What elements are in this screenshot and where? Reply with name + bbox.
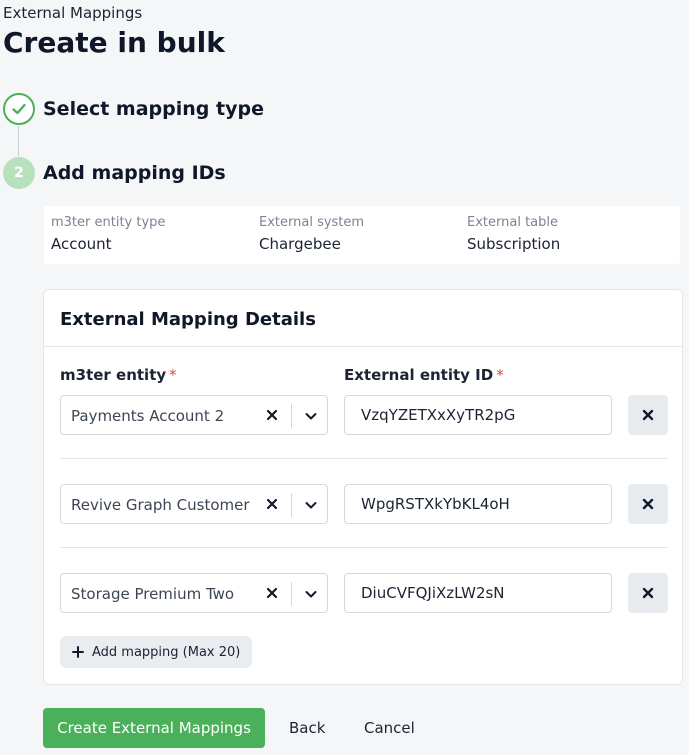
- step-2-indicator: 2: [3, 157, 35, 189]
- close-icon: [642, 409, 654, 421]
- step-connector: [18, 126, 19, 156]
- divider: [44, 346, 682, 347]
- divider: [291, 582, 292, 606]
- entity-select[interactable]: Storage Premium Two: [60, 573, 328, 613]
- divider: [291, 404, 292, 428]
- entity-select-value: Storage Premium Two: [71, 585, 235, 603]
- chevron-down-icon[interactable]: [299, 582, 323, 606]
- external-id-input[interactable]: [344, 395, 612, 435]
- step-2-label: Add mapping IDs: [43, 162, 226, 184]
- entity-select[interactable]: Revive Graph Customer: [60, 484, 328, 524]
- remove-row-button[interactable]: [628, 484, 668, 524]
- summary-external-table-value: Subscription: [467, 235, 561, 253]
- summary-entity-type-value: Account: [51, 235, 112, 253]
- remove-row-button[interactable]: [628, 573, 668, 613]
- card-title: External Mapping Details: [60, 309, 316, 330]
- external-id-input[interactable]: [344, 573, 612, 613]
- plus-icon: [72, 646, 84, 658]
- divider: [291, 493, 292, 517]
- summary-external-system-label: External system: [259, 215, 365, 230]
- external-id-input[interactable]: [344, 484, 612, 524]
- breadcrumb[interactable]: External Mappings: [3, 4, 142, 22]
- close-icon: [642, 498, 654, 510]
- summary-external-table-label: External table: [467, 215, 558, 230]
- mapping-details-card: External Mapping Details m3ter entity * E…: [43, 289, 683, 685]
- entity-column-label: m3ter entity: [60, 366, 167, 384]
- close-icon: [642, 587, 654, 599]
- page-title: Create in bulk: [3, 26, 225, 59]
- clear-icon[interactable]: [261, 582, 283, 604]
- check-icon: [12, 103, 26, 115]
- summary-external-system-value: Chargebee: [259, 235, 341, 253]
- clear-icon[interactable]: [261, 404, 283, 426]
- divider: [60, 458, 668, 459]
- mapping-row: Storage Premium Two: [44, 573, 684, 613]
- step-1-indicator: [3, 93, 35, 125]
- required-marker: *: [169, 366, 177, 384]
- create-mappings-button[interactable]: Create External Mappings: [43, 708, 265, 748]
- chevron-down-icon[interactable]: [299, 404, 323, 428]
- mapping-summary: m3ter entity type Account External syste…: [44, 206, 680, 264]
- entity-select-value: Revive Graph Customer: [71, 496, 250, 514]
- entity-select[interactable]: Payments Account 2: [60, 395, 328, 435]
- chevron-down-icon[interactable]: [299, 493, 323, 517]
- mapping-row: Payments Account 2: [44, 395, 684, 435]
- entity-select-value: Payments Account 2: [71, 407, 225, 425]
- required-marker: *: [496, 366, 504, 384]
- add-mapping-button[interactable]: Add mapping (Max 20): [60, 636, 253, 668]
- remove-row-button[interactable]: [628, 395, 668, 435]
- back-button[interactable]: Back: [289, 719, 325, 737]
- mapping-row: Revive Graph Customer: [44, 484, 684, 524]
- summary-entity-type-label: m3ter entity type: [51, 215, 166, 230]
- external-id-column-label: External entity ID: [344, 366, 494, 384]
- cancel-button[interactable]: Cancel: [364, 719, 415, 737]
- clear-icon[interactable]: [261, 493, 283, 515]
- step-1-label: Select mapping type: [43, 98, 264, 120]
- add-mapping-label: Add mapping (Max 20): [92, 644, 241, 660]
- divider: [60, 547, 668, 548]
